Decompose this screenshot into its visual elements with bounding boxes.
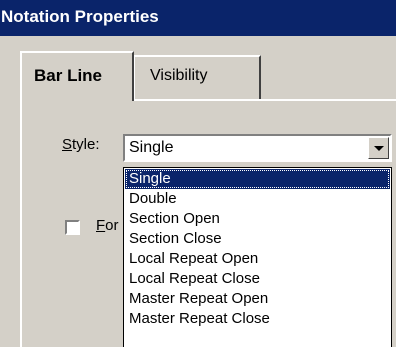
style-option-local-repeat-close[interactable]: Local Repeat Close	[125, 269, 390, 289]
style-option-local-repeat-open[interactable]: Local Repeat Open	[125, 249, 390, 269]
chevron-down-icon	[374, 146, 384, 151]
style-option-master-repeat-open[interactable]: Master Repeat Open	[125, 289, 390, 309]
style-label-mnemonic: S	[62, 136, 73, 153]
style-option-section-open[interactable]: Section Open	[125, 209, 390, 229]
style-option-section-close[interactable]: Section Close	[125, 229, 390, 249]
checkbox[interactable]	[65, 220, 80, 235]
style-label-rest: tyle:	[72, 136, 100, 153]
style-dropdown-button[interactable]	[368, 137, 389, 159]
checkbox-label-mnemonic: F	[96, 217, 106, 234]
tab-visibility-label: Visibility	[150, 67, 208, 84]
window-title: Notation Properties	[1, 7, 159, 26]
tab-bar-line-label: Bar Line	[34, 66, 103, 85]
tab-bar-line[interactable]: Bar Line	[20, 51, 134, 101]
style-select-value: Single	[129, 139, 174, 156]
checkbox-label[interactable]: For	[96, 217, 119, 234]
style-select[interactable]: Single	[123, 134, 392, 162]
style-option-master-repeat-close[interactable]: Master Repeat Close	[125, 309, 390, 329]
tab-visibility[interactable]: Visibility	[133, 55, 261, 99]
style-label: Style:	[62, 136, 100, 153]
style-option-single[interactable]: Single	[125, 169, 390, 189]
style-options-list: Single Double Section Open Section Close…	[123, 167, 392, 347]
notation-properties-dialog: Notation Properties Bar Line Visibility …	[0, 0, 396, 347]
checkbox-label-rest: or	[105, 217, 119, 234]
title-bar[interactable]: Notation Properties	[0, 0, 396, 36]
style-option-double[interactable]: Double	[125, 189, 390, 209]
